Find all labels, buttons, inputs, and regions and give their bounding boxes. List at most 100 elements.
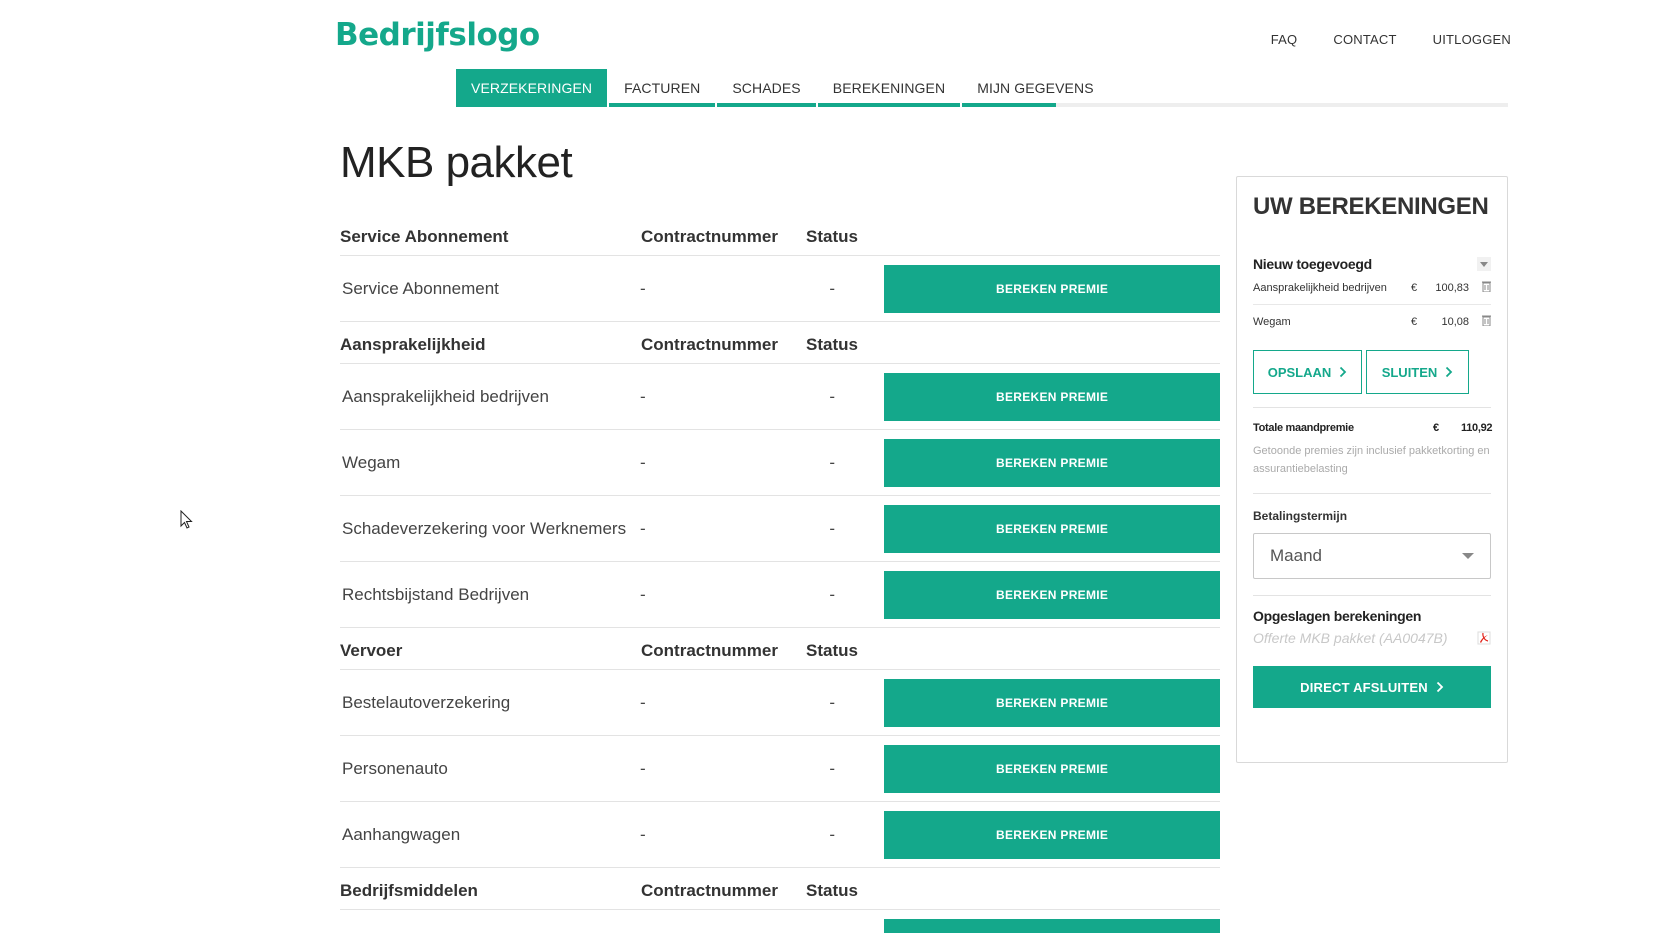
chevron-right-icon (1446, 366, 1453, 378)
trash-icon[interactable] (1469, 281, 1491, 295)
contract-number: - (639, 518, 646, 538)
contract-number: - (639, 278, 646, 298)
status-header: Status (806, 335, 858, 354)
bereken-premie-button[interactable]: BEREKEN PREMIE (884, 744, 1220, 793)
close-label: SLUITEN (1381, 364, 1438, 380)
product-name: Wegam (342, 452, 401, 472)
group-header: Vervoer Contractnummer Status (340, 628, 1220, 670)
tab-mijn-gegevens[interactable]: MIJN GEGEVENS (962, 69, 1109, 107)
calc-item-currency: € (1411, 315, 1418, 328)
tab-berekeningen[interactable]: BEREKENINGEN (817, 69, 961, 107)
contract-number: - (639, 452, 646, 472)
contract-number: - (639, 386, 646, 406)
table-row (340, 910, 1220, 933)
bereken-premie-button[interactable]: BEREKEN PREMIE (884, 678, 1220, 727)
faq-link[interactable]: FAQ (1271, 32, 1298, 47)
table-row: Rechtsbijstand Bedrijven - - BEREKEN PRE… (340, 562, 1220, 628)
group-title: Aansprakelijkheid (340, 335, 486, 354)
calc-item-name: Wegam (1253, 315, 1291, 328)
status-value: - (829, 278, 836, 298)
product-name: Bestelautoverzekering (342, 692, 511, 712)
status-value: - (829, 386, 836, 406)
calc-item-value: 100,83 (1435, 282, 1469, 294)
trash-icon[interactable] (1469, 315, 1491, 329)
status-value: - (829, 824, 836, 844)
chevron-down-icon[interactable] (1477, 257, 1491, 271)
close-button[interactable]: SLUITEN (1366, 350, 1469, 394)
group-title: Vervoer (340, 641, 403, 660)
tabs-divider (1056, 103, 1508, 107)
tab-verzekeringen[interactable]: VERZEKERINGEN (456, 69, 608, 107)
payment-term-select[interactable]: Maand (1253, 533, 1491, 579)
product-name: Aansprakelijkheid bedrijven (342, 386, 549, 406)
status-value: - (829, 452, 836, 472)
saved-calculation-name[interactable]: Offerte MKB pakket (AA0047B) (1253, 630, 1448, 646)
logout-link[interactable]: UITLOGGEN (1433, 32, 1511, 47)
payment-term-value: Maand (1270, 546, 1322, 565)
new-added-header[interactable]: Nieuw toegevoegd (1253, 256, 1491, 272)
contract-number: - (639, 758, 646, 778)
status-header: Status (806, 641, 858, 660)
contract-header: Contractnummer (641, 641, 778, 660)
bereken-premie-button[interactable] (884, 919, 1220, 933)
pdf-icon[interactable] (1477, 631, 1491, 645)
save-button[interactable]: OPSLAAN (1253, 350, 1362, 394)
table-row: Wegam - - BEREKEN PREMIE (340, 430, 1220, 496)
direct-afsluiten-label: DIRECT AFSLUITEN (1300, 679, 1428, 695)
table-row: Aansprakelijkheid bedrijven - - BEREKEN … (340, 364, 1220, 430)
saved-calculation-item[interactable]: Offerte MKB pakket (AA0047B) (1253, 630, 1491, 646)
calculations-panel: UW BEREKENINGEN Nieuw toegevoegd Aanspra… (1236, 176, 1508, 763)
group-title: Bedrijfsmiddelen (340, 881, 478, 900)
table-row: Personenauto - - BEREKEN PREMIE (340, 736, 1220, 802)
table-row: Service Abonnement - - BEREKEN PREMIE (340, 256, 1220, 322)
group-header: Bedrijfsmiddelen Contractnummer Status (340, 868, 1220, 910)
caret-down-icon (1462, 553, 1474, 559)
table-row: Bestelautoverzekering - - BEREKEN PREMIE (340, 670, 1220, 736)
main-tabs: VERZEKERINGEN FACTUREN SCHADES BEREKENIN… (456, 69, 1111, 107)
product-name: Rechtsbijstand Bedrijven (342, 584, 530, 604)
product-name: Service Abonnement (342, 278, 499, 298)
table-row: Schadeverzekering voor Werknemers - - BE… (340, 496, 1220, 562)
status-value: - (829, 518, 836, 538)
bereken-premie-button[interactable]: BEREKEN PREMIE (884, 372, 1220, 421)
chevron-right-icon (1436, 681, 1444, 693)
product-name: Aanhangwagen (342, 824, 461, 844)
total-label: Totale maandpremie (1253, 422, 1354, 434)
tab-schades[interactable]: SCHADES (717, 69, 816, 107)
insurance-table: Service Abonnement Contractnummer Status… (340, 214, 1220, 933)
bereken-premie-button[interactable]: BEREKEN PREMIE (884, 504, 1220, 553)
total-premium: Totale maandpremie € 110,92 (1253, 422, 1493, 434)
saved-calculations-label: Opgeslagen berekeningen (1253, 608, 1422, 624)
panel-title: UW BEREKENINGEN (1253, 193, 1489, 220)
calc-item-currency: € (1411, 282, 1418, 294)
contract-number: - (639, 692, 646, 712)
product-name: Schadeverzekering voor Werknemers (342, 518, 627, 538)
direct-afsluiten-button[interactable]: DIRECT AFSLUITEN (1253, 666, 1491, 708)
total-value: 110,92 (1461, 422, 1493, 434)
table-row: Aanhangwagen - - BEREKEN PREMIE (340, 802, 1220, 868)
group-header: Service Abonnement Contractnummer Status (340, 214, 1220, 256)
new-added-label: Nieuw toegevoegd (1253, 256, 1372, 272)
contract-number: - (639, 584, 646, 604)
total-currency: € (1433, 422, 1439, 434)
chevron-right-icon (1340, 366, 1347, 378)
page-title: MKB pakket (340, 138, 573, 187)
bereken-premie-button[interactable]: BEREKEN PREMIE (884, 438, 1220, 487)
company-logo[interactable]: Bedrijfslogo (335, 17, 540, 53)
status-value: - (829, 758, 836, 778)
group-title: Service Abonnement (340, 227, 509, 246)
tab-facturen[interactable]: FACTUREN (609, 69, 716, 107)
status-value: - (829, 692, 836, 712)
status-value: - (829, 584, 836, 604)
contact-link[interactable]: CONTACT (1333, 32, 1396, 47)
status-header: Status (806, 881, 858, 900)
premium-note: Getoonde premies zijn inclusief pakketko… (1253, 442, 1491, 494)
bereken-premie-button[interactable]: BEREKEN PREMIE (884, 264, 1220, 313)
bereken-premie-button[interactable]: BEREKEN PREMIE (884, 570, 1220, 619)
contract-number: - (639, 824, 646, 844)
top-navigation: FAQ CONTACT UITLOGGEN (1271, 32, 1511, 47)
calc-item-value: 10,08 (1441, 315, 1469, 328)
status-header: Status (806, 227, 858, 246)
bereken-premie-button[interactable]: BEREKEN PREMIE (884, 810, 1220, 859)
contract-header: Contractnummer (641, 335, 778, 354)
